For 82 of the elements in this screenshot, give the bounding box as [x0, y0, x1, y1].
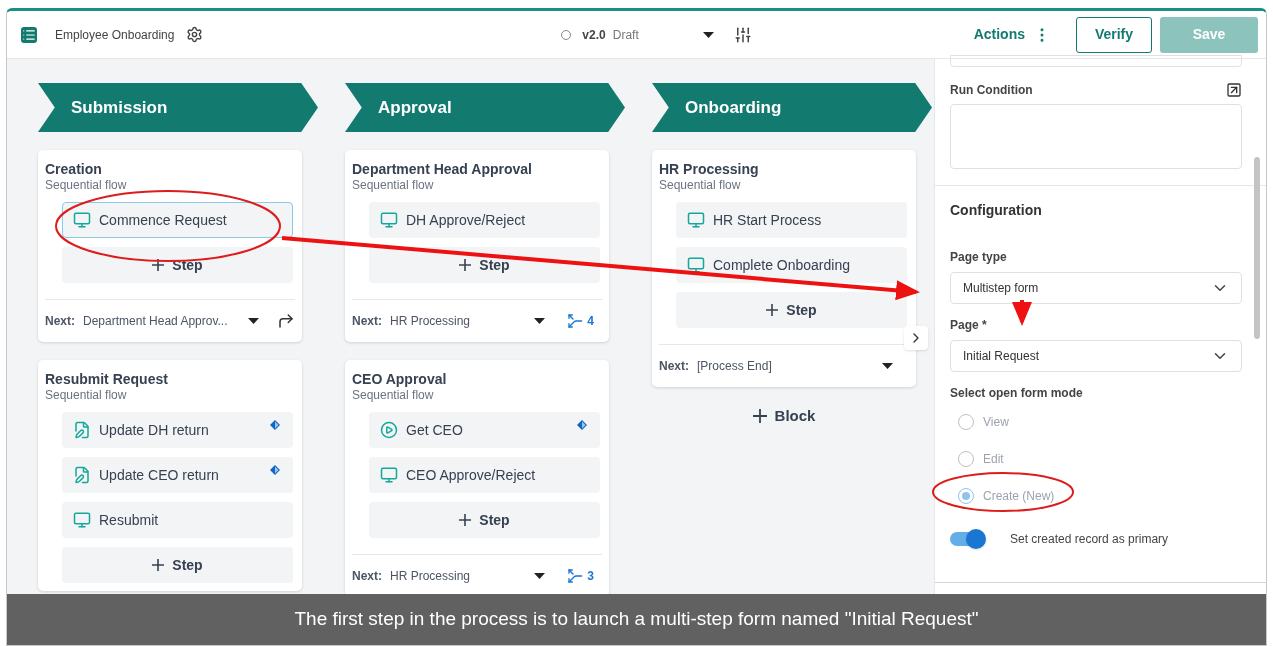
block-title: Creation	[45, 160, 103, 178]
step-item[interactable]: Get CEO	[369, 412, 600, 448]
branch-icon[interactable]	[567, 568, 584, 584]
step-item[interactable]: Resubmit	[62, 502, 293, 538]
monitor-icon	[687, 211, 705, 229]
block-subtitle: Sequential flow	[45, 178, 128, 193]
block-title: Resubmit Request	[45, 370, 169, 388]
add-step-button[interactable]: Step	[62, 247, 293, 283]
dropdown-caret-icon[interactable]	[534, 573, 546, 579]
process-title: Employee Onboarding	[55, 26, 175, 44]
step-item[interactable]: HR Start Process	[676, 202, 907, 238]
plus-icon	[152, 559, 165, 571]
next-value[interactable]: [Process End]	[697, 357, 772, 375]
next-value[interactable]: Department Head Approv...	[83, 312, 228, 330]
play-icon	[380, 421, 398, 439]
monitor-icon	[687, 256, 705, 274]
block-title: CEO Approval	[352, 370, 448, 388]
plus-icon	[752, 409, 767, 424]
section-heading: Configuration	[950, 201, 1043, 220]
block-subtitle: Sequential flow	[45, 388, 128, 403]
stage-banner[interactable]: Submission	[38, 83, 318, 132]
add-block-button[interactable]: Block	[652, 405, 916, 428]
toggle-label: Set created record as primary	[1010, 531, 1169, 548]
field-label: Page type	[950, 249, 1008, 266]
block-title: HR Processing	[659, 160, 760, 178]
file-pen-icon	[73, 466, 91, 484]
dropdown-caret-icon[interactable]	[702, 31, 714, 38]
plus-icon	[152, 259, 165, 271]
step-item[interactable]: DH Approve/Reject	[369, 202, 600, 238]
next-value[interactable]: HR Processing	[390, 567, 471, 585]
stage-banner[interactable]: Onboarding	[652, 83, 932, 132]
forward-arrow-icon[interactable]	[277, 312, 295, 330]
scrollbar[interactable]	[1254, 157, 1260, 339]
block-title: Department Head Approval	[352, 160, 533, 178]
caption-text: The first step in the process is to launch a multi-step form named "Initial Request"	[294, 607, 979, 632]
block-subtitle: Sequential flow	[352, 388, 435, 403]
branch-count: 3	[587, 568, 594, 585]
field-label: Select open form mode	[950, 385, 1084, 402]
verify-button[interactable]: Verify	[1076, 16, 1152, 53]
next-label: Next:	[352, 568, 382, 585]
add-step-button[interactable]: Step	[369, 502, 600, 538]
annotation-arrow	[1012, 300, 1032, 326]
add-step-button[interactable]: Step	[62, 547, 293, 583]
expand-icon[interactable]	[1226, 82, 1242, 98]
version-label: v2.0	[582, 26, 606, 44]
stage-banner[interactable]: Approval	[345, 83, 625, 132]
select-field[interactable]: Initial Request	[950, 340, 1242, 372]
next-value[interactable]: HR Processing	[390, 312, 471, 330]
step-item[interactable]: Update CEO return	[62, 457, 293, 493]
next-label: Next:	[45, 313, 75, 330]
dropdown-caret-icon[interactable]	[882, 363, 893, 369]
expand-button[interactable]	[904, 326, 928, 350]
monitor-icon	[73, 511, 91, 529]
step-item[interactable]: Complete Onboarding	[676, 247, 907, 283]
toggle-switch[interactable]	[950, 532, 984, 546]
plus-icon	[766, 304, 779, 316]
plus-icon	[459, 259, 472, 271]
add-step-button[interactable]: Step	[676, 292, 907, 328]
sliders-icon[interactable]	[733, 25, 752, 44]
step-item[interactable]: Commence Request	[62, 202, 293, 238]
settings-icon[interactable]	[186, 26, 204, 43]
step-item[interactable]: Update DH return	[62, 412, 293, 448]
field-label: Run Condition	[950, 82, 1033, 99]
step-item[interactable]: CEO Approve/Reject	[369, 457, 600, 493]
monitor-icon	[380, 466, 398, 484]
dropdown-caret-icon[interactable]	[534, 318, 546, 324]
plus-icon	[459, 514, 472, 526]
file-pen-icon	[73, 421, 91, 439]
list-icon[interactable]	[21, 26, 37, 43]
select-field[interactable]: Multistep form	[950, 272, 1242, 304]
next-label: Next:	[352, 313, 382, 330]
monitor-icon	[380, 211, 398, 229]
branch-icon[interactable]	[567, 313, 584, 329]
status-label: Draft	[612, 26, 639, 44]
field-label: Page *	[950, 317, 988, 334]
actions-button[interactable]: Actions	[973, 24, 1025, 45]
block-subtitle: Sequential flow	[659, 178, 742, 193]
next-label: Next:	[659, 358, 689, 375]
monitor-icon	[73, 211, 91, 229]
dropdown-caret-icon[interactable]	[248, 318, 259, 324]
block-subtitle: Sequential flow	[352, 178, 435, 193]
branch-count: 4	[587, 313, 594, 330]
